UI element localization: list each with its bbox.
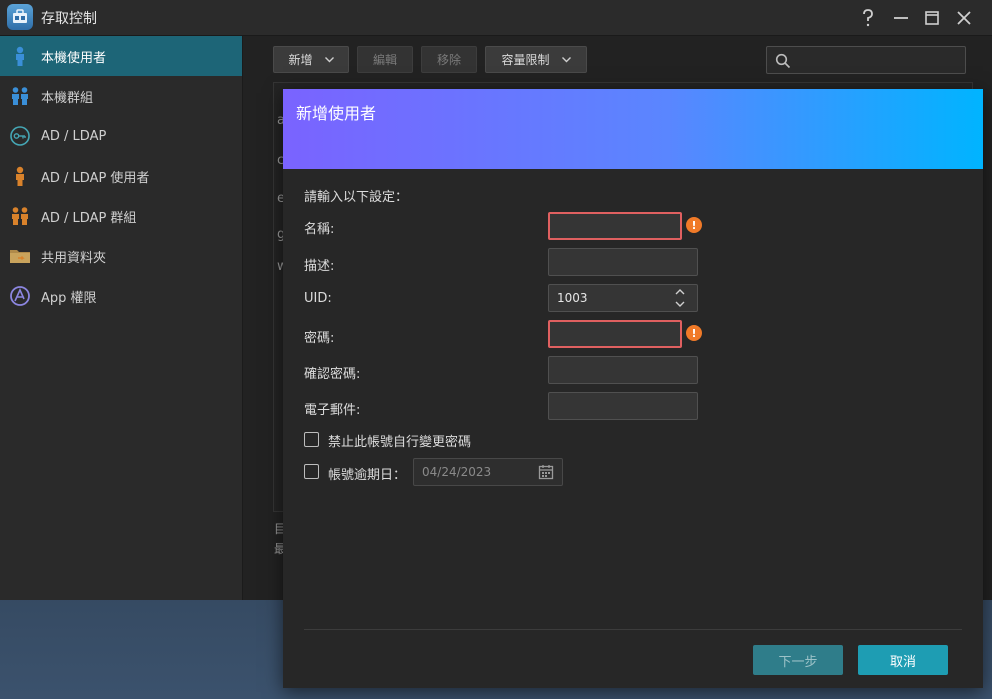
help-icon[interactable] <box>857 7 879 29</box>
sidebar-item-label: App 權限 <box>41 290 97 306</box>
expiry-date-field[interactable]: 04/24/2023 <box>413 458 563 486</box>
close-icon[interactable] <box>953 7 975 29</box>
add-button[interactable]: 新增 <box>273 46 349 73</box>
name-label: 名稱: <box>304 222 335 237</box>
quota-button[interactable]: 容量限制 <box>485 46 587 73</box>
chevron-down-icon <box>561 56 571 62</box>
maximize-icon[interactable] <box>921 7 943 29</box>
search-icon <box>775 53 791 69</box>
create-user-dialog: 新增使用者 請輸入以下設定： 名稱: ! 描述: UID: 1003 密碼: !… <box>283 89 983 688</box>
disallow-password-change-checkbox[interactable] <box>304 432 319 447</box>
edit-button[interactable]: 編輯 <box>357 46 413 73</box>
password-field[interactable] <box>548 320 682 348</box>
sidebar-item-label: 本機使用者 <box>41 50 107 66</box>
confirm-password-field[interactable] <box>548 356 698 384</box>
sidebar-item-local-groups[interactable]: 本機群組 <box>0 76 242 116</box>
access-control-app-icon <box>7 4 33 30</box>
sidebar: 本機使用者 本機群組 AD / LDAP AD / LDAP 使用者 AD / … <box>0 36 243 600</box>
warning-icon: ! <box>686 217 702 233</box>
sidebar-item-label: 本機群組 <box>41 90 94 106</box>
remove-button[interactable]: 移除 <box>421 46 477 73</box>
minimize-icon[interactable] <box>890 7 912 29</box>
email-label: 電子郵件: <box>304 403 361 418</box>
sidebar-item-ad-ldap-groups[interactable]: AD / LDAP 群組 <box>0 196 242 236</box>
cancel-button[interactable]: 取消 <box>858 645 948 675</box>
confirm-password-label: 確認密碼: <box>304 367 361 382</box>
disallow-password-change-label: 禁止此帳號自行變更密碼 <box>328 435 472 450</box>
account-expiry-label: 帳號逾期日： <box>328 468 407 483</box>
folder-icon <box>9 245 31 267</box>
description-field[interactable] <box>548 248 698 276</box>
chevron-down-icon <box>324 56 334 62</box>
add-button-label: 新增 <box>288 53 313 67</box>
uid-label: UID: <box>304 291 332 306</box>
name-field[interactable] <box>548 212 682 240</box>
dialog-divider <box>304 629 962 630</box>
sidebar-item-ad-ldap-users[interactable]: AD / LDAP 使用者 <box>0 156 242 196</box>
group-icon <box>9 205 31 227</box>
sidebar-item-label: AD / LDAP <box>41 128 107 144</box>
sidebar-item-shared-folders[interactable]: 共用資料夾 <box>0 236 242 276</box>
warning-icon: ! <box>686 325 702 341</box>
sidebar-item-label: AD / LDAP 使用者 <box>41 170 150 186</box>
stepper-arrows-icon[interactable] <box>675 287 685 309</box>
sidebar-item-label: 共用資料夾 <box>41 250 107 266</box>
user-icon <box>9 165 31 187</box>
email-field[interactable] <box>548 392 698 420</box>
dialog-title: 新增使用者 <box>296 104 377 123</box>
next-button[interactable]: 下一步 <box>753 645 843 675</box>
expiry-date-value: 04/24/2023 <box>422 465 492 479</box>
password-label: 密碼: <box>304 331 335 346</box>
uid-value: 1003 <box>557 291 588 305</box>
dialog-intro: 請輸入以下設定： <box>304 190 409 205</box>
sidebar-item-local-users[interactable]: 本機使用者 <box>0 36 242 76</box>
title-bar: 存取控制 <box>0 0 992 36</box>
window-title: 存取控制 <box>41 11 97 27</box>
account-expiry-checkbox[interactable] <box>304 464 319 479</box>
sidebar-item-label: AD / LDAP 群組 <box>41 210 137 226</box>
search-input[interactable] <box>766 46 966 74</box>
key-icon <box>9 125 31 147</box>
calendar-icon[interactable] <box>538 464 554 480</box>
sidebar-item-ad-ldap[interactable]: AD / LDAP <box>0 116 242 156</box>
group-icon <box>9 85 31 107</box>
description-label: 描述: <box>304 259 335 274</box>
quota-button-label: 容量限制 <box>501 53 550 67</box>
app-icon <box>9 285 31 307</box>
user-icon <box>9 45 31 67</box>
sidebar-item-app-permissions[interactable]: App 權限 <box>0 276 242 316</box>
dialog-header: 新增使用者 <box>283 89 983 169</box>
